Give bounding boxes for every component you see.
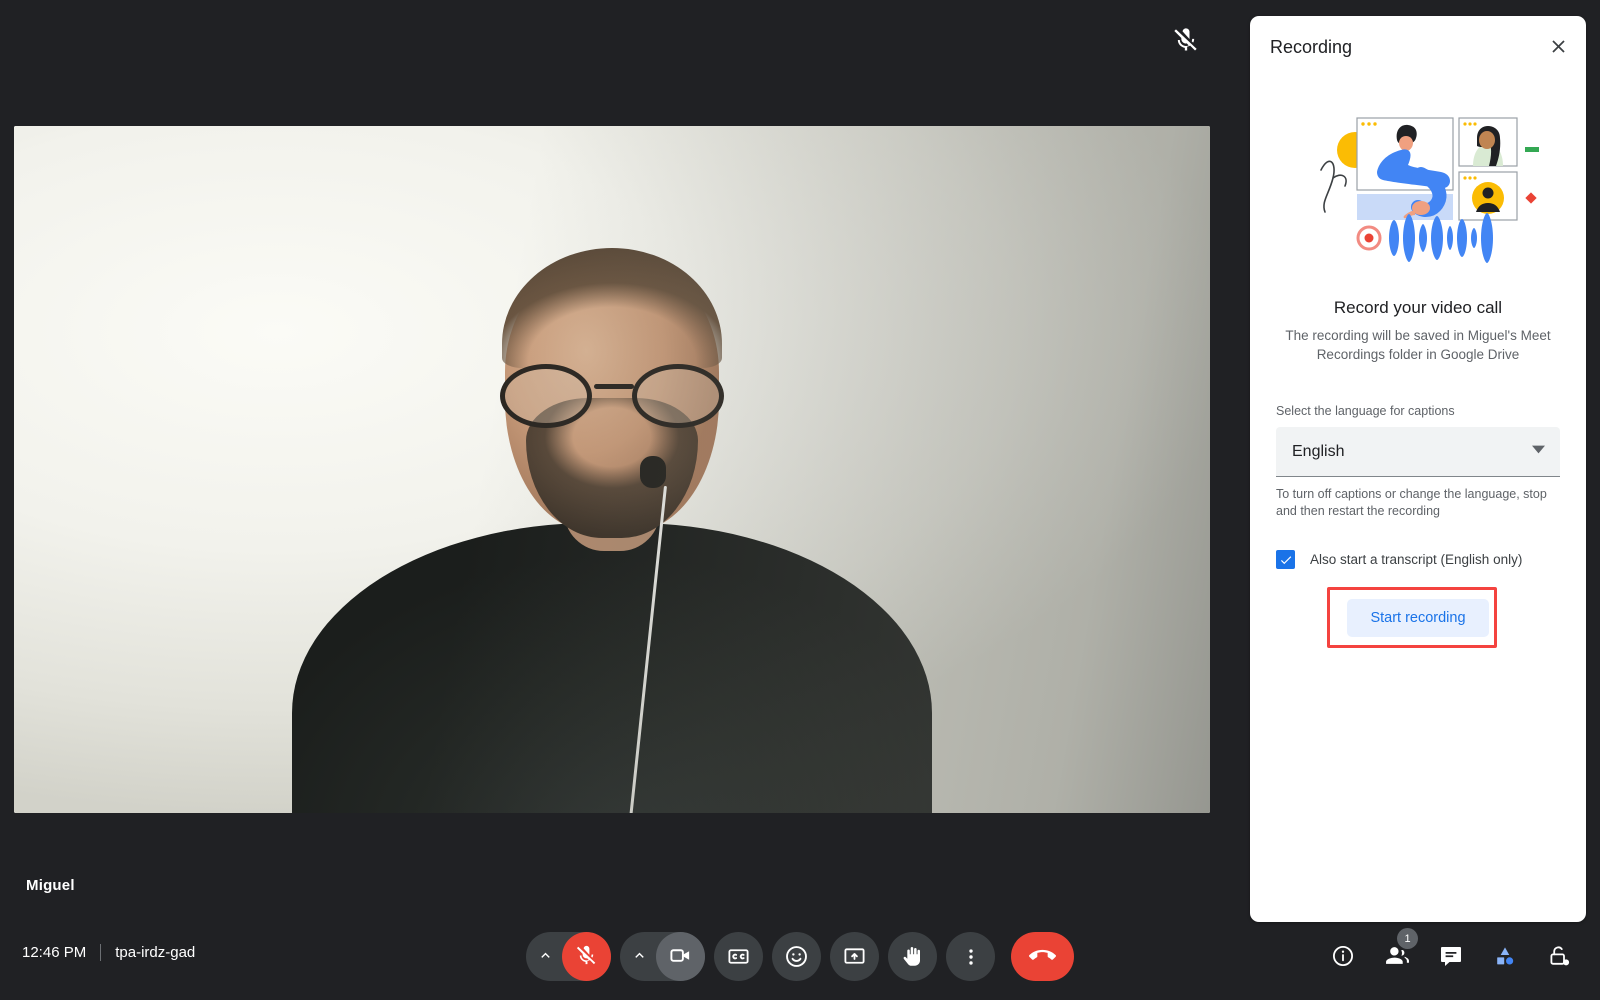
center-controls [526, 932, 1074, 981]
record-video-call-illustration [1276, 92, 1560, 278]
meeting-code[interactable]: tpa-irdz-gad [115, 944, 195, 961]
close-panel-button[interactable] [1540, 30, 1576, 66]
mic-control-group [526, 932, 611, 981]
camera-settings-caret-button[interactable] [622, 932, 656, 981]
meeting-details-button[interactable] [1320, 934, 1366, 980]
emoji-smiley-icon [784, 944, 809, 969]
chat-button[interactable] [1428, 934, 1474, 980]
host-controls-button[interactable] [1536, 934, 1582, 980]
transcript-checkbox[interactable] [1276, 550, 1295, 569]
caption-language-value: English [1292, 442, 1345, 460]
participant-video-tile[interactable] [14, 126, 1210, 813]
panel-title: Recording [1270, 36, 1353, 57]
meeting-info: 12:46 PM tpa-irdz-gad [22, 944, 195, 961]
chevron-down-icon [1532, 443, 1545, 461]
chat-bubble-icon [1439, 944, 1463, 971]
video-camera-icon [669, 944, 692, 970]
recording-heading: Record your video call [1333, 298, 1503, 317]
info-divider [100, 944, 102, 961]
raised-hand-icon [901, 945, 925, 969]
meeting-time: 12:46 PM [22, 944, 87, 961]
chevron-up-icon [631, 947, 648, 967]
panel-header: Recording [1250, 16, 1586, 78]
mic-off-icon [1172, 26, 1200, 54]
more-vertical-icon [960, 946, 982, 968]
mic-off-icon [575, 944, 598, 970]
video-vignette [14, 126, 1210, 813]
close-icon [1548, 36, 1569, 60]
raise-hand-button[interactable] [888, 932, 937, 981]
start-recording-button[interactable]: Start recording [1347, 599, 1489, 637]
bottom-toolbar: 12:46 PM tpa-irdz-gad 1 [0, 912, 1600, 1000]
present-now-button[interactable] [830, 932, 879, 981]
end-call-icon [1029, 942, 1056, 972]
lock-shield-icon [1547, 944, 1571, 971]
camera-toggle-button[interactable] [656, 932, 705, 981]
mic-settings-caret-button[interactable] [528, 932, 562, 981]
activities-button[interactable] [1482, 934, 1528, 980]
people-button[interactable]: 1 [1374, 928, 1420, 980]
present-screen-icon [843, 945, 866, 968]
recording-panel: Recording Record your video call The rec… [1250, 16, 1586, 922]
microphone-toggle-button[interactable] [562, 932, 611, 981]
recording-subtext: The recording will be saved in Miguel's … [1285, 328, 1551, 362]
activities-shapes-icon [1493, 944, 1517, 971]
caption-language-label: Select the language for captions [1276, 404, 1455, 418]
participant-name-label: Miguel [26, 877, 75, 894]
transcript-checkbox-row[interactable]: Also start a transcript (English only) [1276, 550, 1560, 569]
chevron-up-icon [537, 947, 554, 967]
captions-button[interactable] [714, 932, 763, 981]
panel-body: Record your video call The recording wil… [1250, 92, 1586, 649]
camera-control-group [620, 932, 705, 981]
right-controls: 1 [1320, 928, 1582, 980]
start-recording-area: Start recording [1276, 587, 1560, 649]
transcript-checkbox-label: Also start a transcript (English only) [1310, 552, 1523, 567]
leave-call-button[interactable] [1011, 932, 1074, 981]
more-options-button[interactable] [946, 932, 995, 981]
caption-hint-text: To turn off captions or change the langu… [1276, 487, 1547, 518]
caption-language-select[interactable]: English [1276, 427, 1560, 477]
info-circle-icon [1331, 944, 1355, 971]
people-count-badge: 1 [1397, 928, 1418, 949]
reactions-button[interactable] [772, 932, 821, 981]
closed-caption-icon [727, 945, 750, 968]
